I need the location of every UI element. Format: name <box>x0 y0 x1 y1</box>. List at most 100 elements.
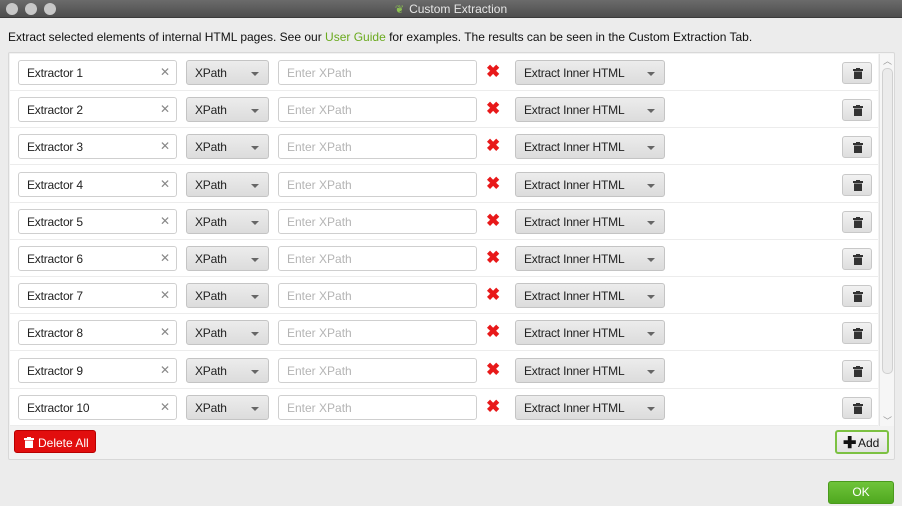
xpath-placeholder: Enter XPath <box>287 177 352 192</box>
extract-mode-select[interactable]: Extract Inner HTML <box>515 357 665 383</box>
trash-icon <box>853 402 863 414</box>
clear-name-icon[interactable]: ✕ <box>160 102 170 116</box>
extractor-type-select[interactable]: XPath <box>186 320 269 346</box>
clear-name-icon[interactable]: ✕ <box>160 65 170 79</box>
clear-name-icon[interactable]: ✕ <box>160 214 170 228</box>
extractor-row: Extractor 10 ✕ XPath Enter XPath ✖ Extra… <box>10 389 878 426</box>
extractor-type-select[interactable]: XPath <box>186 357 269 383</box>
extract-mode-value: Extract Inner HTML <box>524 326 625 341</box>
extract-mode-select[interactable]: Extract Inner HTML <box>515 283 665 309</box>
delete-extractor-button[interactable] <box>842 62 872 84</box>
add-button[interactable]: ✚ Add <box>835 430 889 454</box>
extract-mode-value: Extract Inner HTML <box>524 289 625 304</box>
extract-mode-select[interactable]: Extract Inner HTML <box>515 134 665 160</box>
invalid-expression-icon: ✖ <box>486 248 501 267</box>
extractor-name: Extractor 9 <box>27 363 83 378</box>
delete-extractor-button[interactable] <box>842 99 872 122</box>
clear-name-icon[interactable]: ✕ <box>160 177 170 191</box>
extract-mode-select[interactable]: Extract Inner HTML <box>515 60 665 85</box>
extractor-type-select[interactable]: XPath <box>186 97 269 123</box>
extractor-type-select[interactable]: XPath <box>186 394 269 420</box>
chevron-down-icon <box>251 295 259 300</box>
delete-extractor-button[interactable] <box>842 136 872 159</box>
extractor-type-select[interactable]: XPath <box>186 171 269 197</box>
xpath-expression-input[interactable]: Enter XPath <box>278 394 477 420</box>
clear-name-icon[interactable]: ✕ <box>160 363 170 377</box>
trash-icon <box>853 68 863 79</box>
xpath-placeholder: Enter XPath <box>287 214 352 229</box>
clear-name-icon[interactable]: ✕ <box>160 288 170 302</box>
extractor-name-input[interactable]: Extractor 4 ✕ <box>18 171 177 197</box>
xpath-expression-input[interactable]: Enter XPath <box>278 246 477 271</box>
extract-mode-select[interactable]: Extract Inner HTML <box>515 394 665 420</box>
extractor-row: Extractor 9 ✕ XPath Enter XPath ✖ Extrac… <box>10 352 878 389</box>
chevron-down-icon <box>647 332 655 337</box>
extractor-type-select[interactable]: XPath <box>186 208 269 234</box>
extractor-name: Extractor 7 <box>27 289 83 304</box>
scrollbar[interactable]: ︿ ﹀ <box>879 54 894 426</box>
ok-button[interactable]: OK <box>828 481 894 504</box>
extractor-name-input[interactable]: Extractor 8 ✕ <box>18 320 177 346</box>
delete-all-button[interactable]: Delete All <box>14 430 96 453</box>
trash-icon <box>853 291 863 303</box>
xpath-expression-input[interactable]: Enter XPath <box>278 357 477 383</box>
extractor-name-input[interactable]: Extractor 2 ✕ <box>18 97 177 123</box>
extractor-list: Extractor 1 ✕ XPath Enter XPath ✖ Extrac… <box>10 54 878 426</box>
extractor-row: Extractor 5 ✕ XPath Enter XPath ✖ Extrac… <box>10 203 878 240</box>
delete-extractor-button[interactable] <box>842 285 872 308</box>
delete-extractor-button[interactable] <box>842 210 872 233</box>
xpath-expression-input[interactable]: Enter XPath <box>278 171 477 197</box>
extractor-name-input[interactable]: Extractor 3 ✕ <box>18 134 177 160</box>
extractor-row: Extractor 7 ✕ XPath Enter XPath ✖ Extrac… <box>10 277 878 315</box>
delete-extractor-button[interactable] <box>842 173 872 196</box>
extractor-name: Extractor 2 <box>27 103 83 118</box>
invalid-expression-icon: ✖ <box>486 136 501 156</box>
xpath-expression-input[interactable]: Enter XPath <box>278 97 477 123</box>
invalid-expression-icon: ✖ <box>486 99 501 119</box>
delete-extractor-button[interactable] <box>842 396 872 419</box>
trash-icon <box>853 328 863 340</box>
extractor-type-select[interactable]: XPath <box>186 60 269 85</box>
delete-extractor-button[interactable] <box>842 322 872 345</box>
extractor-name: Extractor 10 <box>27 400 90 415</box>
delete-extractor-button[interactable] <box>842 248 872 270</box>
extractor-name-input[interactable]: Extractor 10 ✕ <box>18 394 177 420</box>
clear-name-icon[interactable]: ✕ <box>160 139 170 153</box>
chevron-down-icon <box>647 72 655 76</box>
chevron-down-icon <box>251 72 259 76</box>
extractor-name-input[interactable]: Extractor 9 ✕ <box>18 357 177 383</box>
extract-mode-select[interactable]: Extract Inner HTML <box>515 246 665 271</box>
window-title: ❦ Custom Extraction <box>394 2 508 16</box>
extract-mode-select[interactable]: Extract Inner HTML <box>515 171 665 197</box>
chevron-down-icon <box>251 332 259 337</box>
extract-mode-select[interactable]: Extract Inner HTML <box>515 208 665 234</box>
xpath-expression-input[interactable]: Enter XPath <box>278 134 477 160</box>
scroll-down-icon[interactable]: ﹀ <box>880 414 895 426</box>
xpath-expression-input[interactable]: Enter XPath <box>278 283 477 309</box>
scroll-thumb[interactable] <box>882 68 893 374</box>
extractor-type-select[interactable]: XPath <box>186 283 269 309</box>
clear-name-icon[interactable]: ✕ <box>160 251 170 265</box>
invalid-expression-icon: ✖ <box>486 396 501 416</box>
xpath-expression-input[interactable]: Enter XPath <box>278 208 477 234</box>
extractor-type-select[interactable]: XPath <box>186 134 269 160</box>
xpath-expression-input[interactable]: Enter XPath <box>278 60 477 85</box>
extract-mode-select[interactable]: Extract Inner HTML <box>515 97 665 123</box>
invalid-expression-icon: ✖ <box>486 173 501 193</box>
extractor-row: Extractor 6 ✕ XPath Enter XPath ✖ Extrac… <box>10 240 878 277</box>
extractor-name-input[interactable]: Extractor 6 ✕ <box>18 246 177 271</box>
clear-name-icon[interactable]: ✕ <box>160 400 170 414</box>
extractor-type-select[interactable]: XPath <box>186 246 269 271</box>
extractor-name-input[interactable]: Extractor 1 ✕ <box>18 60 177 85</box>
extract-mode-select[interactable]: Extract Inner HTML <box>515 320 665 346</box>
chevron-down-icon <box>251 109 259 114</box>
user-guide-link[interactable]: User Guide <box>325 30 386 44</box>
extractors-panel: Extractor 1 ✕ XPath Enter XPath ✖ Extrac… <box>8 52 895 460</box>
scroll-up-icon[interactable]: ︿ <box>880 54 895 66</box>
delete-extractor-button[interactable] <box>842 359 872 382</box>
xpath-expression-input[interactable]: Enter XPath <box>278 320 477 346</box>
extractor-name-input[interactable]: Extractor 5 ✕ <box>18 208 177 234</box>
clear-name-icon[interactable]: ✕ <box>160 325 170 339</box>
extractor-name-input[interactable]: Extractor 7 ✕ <box>18 283 177 309</box>
chevron-down-icon <box>251 220 259 225</box>
